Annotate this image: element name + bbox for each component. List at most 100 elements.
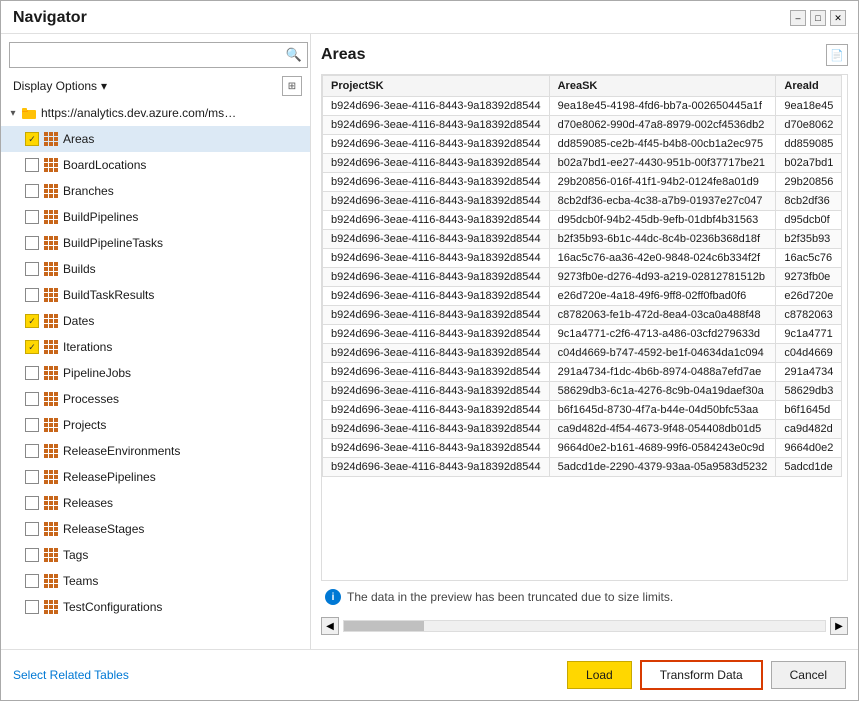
tree-item-checkbox[interactable] <box>25 444 39 458</box>
tree-root: ▾ https://analytics.dev.azure.com/mseng/… <box>1 100 310 620</box>
load-button[interactable]: Load <box>567 661 632 689</box>
tree-item-label: BuildPipelineTasks <box>63 236 163 250</box>
table-cell: 58629db3 <box>776 382 842 401</box>
tree-item-checkbox[interactable] <box>25 158 39 172</box>
tree-item[interactable]: Builds <box>1 256 310 282</box>
table-icon <box>43 417 59 433</box>
scroll-track[interactable] <box>343 620 826 632</box>
tree-item[interactable]: Tags <box>1 542 310 568</box>
table-row: b924d696-3eae-4116-8443-9a18392d8544b6f1… <box>323 401 842 420</box>
table-cell: 9ea18e45-4198-4fd6-bb7a-00265044​5a1f <box>549 97 776 116</box>
tree-item[interactable]: PipelineJobs <box>1 360 310 386</box>
scroll-left-button[interactable]: ◀ <box>321 617 339 635</box>
tree-item-checkbox[interactable] <box>25 522 39 536</box>
tree-item-checkbox[interactable] <box>25 210 39 224</box>
table-cell: b924d696-3eae-4116-8443-9a18392d8544 <box>323 287 550 306</box>
tree-item[interactable]: BuildTaskResults <box>1 282 310 308</box>
table-row: b924d696-3eae-4116-8443-9a18392d85445862… <box>323 382 842 401</box>
tree-item-checkbox[interactable] <box>25 314 39 328</box>
table-icon <box>43 209 59 225</box>
tree-item-label: Tags <box>63 548 88 562</box>
select-related-tables-link[interactable]: Select Related Tables <box>13 668 129 682</box>
table-row: b924d696-3eae-4116-8443-9a18392d8544d70e… <box>323 116 842 135</box>
table-row: b924d696-3eae-4116-8443-9a18392d8544dd85… <box>323 135 842 154</box>
table-cell: 9664d0e2-b161-4689-99f6-0584243e0c9d <box>549 439 776 458</box>
table-cell: dd85908​5 <box>776 135 842 154</box>
tree-item-label: Teams <box>63 574 98 588</box>
main-content: 🔍 Display Options ▾ ⊞ ▾ <box>1 34 858 649</box>
table-row: b924d696-3eae-4116-8443-9a18392d8544291a… <box>323 363 842 382</box>
table-cell: b924d696-3eae-4116-8443-9a18392d8544 <box>323 325 550 344</box>
tree-item-label: Areas <box>63 132 94 146</box>
table-cell: b924d696-3eae-4116-8443-9a18392d8544 <box>323 211 550 230</box>
tree-item-checkbox[interactable] <box>25 366 39 380</box>
tree-item[interactable]: Areas <box>1 126 310 152</box>
tree-item-checkbox[interactable] <box>25 288 39 302</box>
table-icon <box>43 339 59 355</box>
table-cell: 5adcd1de-2290-4379-93aa-05a9583d5232 <box>549 458 776 477</box>
tree-item-label: Iterations <box>63 340 112 354</box>
tree-root-item[interactable]: ▾ https://analytics.dev.azure.com/mseng/… <box>1 100 310 126</box>
tree-item-label: TestConfigurations <box>63 600 162 614</box>
table-cell: b924d696-3eae-4116-8443-9a18392d8544 <box>323 458 550 477</box>
tree-item[interactable]: Iterations <box>1 334 310 360</box>
tree-item[interactable]: ReleaseStages <box>1 516 310 542</box>
table-row: b924d696-3eae-4116-8443-9a18392d8544c878… <box>323 306 842 325</box>
minimize-button[interactable]: – <box>790 10 806 26</box>
table-row: b924d696-3eae-4116-8443-9a18392d8544d95d… <box>323 211 842 230</box>
tree-item[interactable]: Processes <box>1 386 310 412</box>
tree-item-checkbox[interactable] <box>25 184 39 198</box>
tree-item-checkbox[interactable] <box>25 262 39 276</box>
preview-icon[interactable]: 📄 <box>826 44 848 66</box>
cancel-button[interactable]: Cancel <box>771 661 846 689</box>
maximize-button[interactable]: □ <box>810 10 826 26</box>
tree-item-checkbox[interactable] <box>25 574 39 588</box>
tree-item-checkbox[interactable] <box>25 600 39 614</box>
folder-icon <box>21 105 37 121</box>
tree-item[interactable]: BoardLocations <box>1 152 310 178</box>
tree-container[interactable]: ▾ https://analytics.dev.azure.com/mseng/… <box>1 100 310 649</box>
table-icon <box>43 443 59 459</box>
tree-item-checkbox[interactable] <box>25 496 39 510</box>
tree-item[interactable]: Branches <box>1 178 310 204</box>
tree-item-checkbox[interactable] <box>25 392 39 406</box>
page-view-icon[interactable]: ⊞ <box>282 76 302 96</box>
table-cell: b924d696-3eae-4116-8443-9a18392d8544 <box>323 173 550 192</box>
tree-item-checkbox[interactable] <box>25 236 39 250</box>
search-input[interactable] <box>9 42 308 68</box>
scroll-thumb[interactable] <box>344 621 424 631</box>
display-options-button[interactable]: Display Options ▾ <box>9 77 111 95</box>
tree-item-checkbox[interactable] <box>25 132 39 146</box>
table-cell: b6f1645d <box>776 401 842 420</box>
table-cell: c8782063-fe1b-472d-8ea4-03ca0a488f48 <box>549 306 776 325</box>
tree-item[interactable]: TestConfigurations <box>1 594 310 620</box>
tree-item[interactable]: BuildPipelineTasks <box>1 230 310 256</box>
table-cell: d70e8062 <box>776 116 842 135</box>
tree-item[interactable]: Releases <box>1 490 310 516</box>
table-column-header: AreaId <box>776 76 842 97</box>
tree-item[interactable]: Projects <box>1 412 310 438</box>
table-icon <box>43 313 59 329</box>
tree-item[interactable]: ReleaseEnvironments <box>1 438 310 464</box>
table-cell: b02a7bd1-ee27-4430-951b-00f37717be21 <box>549 154 776 173</box>
tree-item[interactable]: Dates <box>1 308 310 334</box>
tree-item-checkbox[interactable] <box>25 470 39 484</box>
tree-item-checkbox[interactable] <box>25 548 39 562</box>
scroll-right-button[interactable]: ▶ <box>830 617 848 635</box>
tree-item-checkbox[interactable] <box>25 418 39 432</box>
tree-item-checkbox[interactable] <box>25 340 39 354</box>
title-controls: – □ ✕ <box>790 10 846 26</box>
close-button[interactable]: ✕ <box>830 10 846 26</box>
tree-item-label: Processes <box>63 392 119 406</box>
table-cell: b02a7bd1 <box>776 154 842 173</box>
table-row: b924d696-3eae-4116-8443-9a18392d8544b02a… <box>323 154 842 173</box>
data-table-container[interactable]: ProjectSKAreaSKAreaId b924d696-3eae-4116… <box>321 74 848 581</box>
footer: Select Related Tables Load Transform Dat… <box>1 649 858 700</box>
display-options-label: Display Options <box>13 79 97 93</box>
table-cell: b924d696-3eae-4116-8443-9a18392d8544 <box>323 420 550 439</box>
tree-item[interactable]: Teams <box>1 568 310 594</box>
table-row: b924d696-3eae-4116-8443-9a18392d85445adc… <box>323 458 842 477</box>
tree-item[interactable]: BuildPipelines <box>1 204 310 230</box>
tree-item[interactable]: ReleasePipelines <box>1 464 310 490</box>
transform-data-button[interactable]: Transform Data <box>640 660 763 690</box>
